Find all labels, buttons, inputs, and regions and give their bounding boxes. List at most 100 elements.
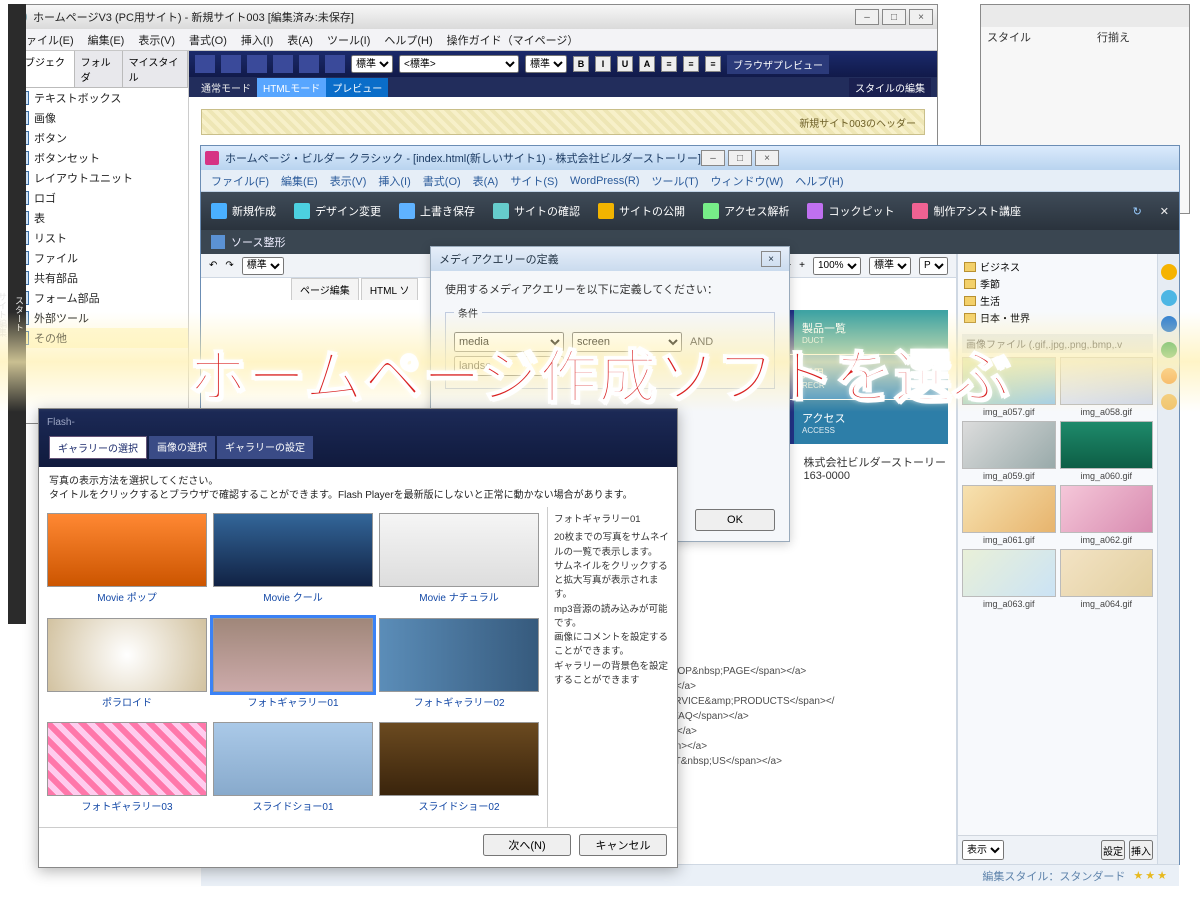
menu-item[interactable]: 書式(O) (189, 32, 227, 48)
settings-button[interactable]: 設定 (1101, 840, 1125, 860)
bold-button[interactable]: B (573, 56, 589, 72)
gallery-option[interactable]: フォトギャラリー03 (47, 722, 207, 821)
source-format-label[interactable]: ソース整形 (231, 234, 285, 250)
ribbon-save[interactable]: 上書き保存 (399, 203, 475, 219)
minimize-button[interactable]: – (855, 9, 879, 25)
align-center-icon[interactable]: ≡ (683, 56, 699, 72)
italic-button[interactable]: I (595, 56, 611, 72)
gallery-option-selected[interactable]: フォトギャラリー01 (213, 618, 373, 717)
menu-item[interactable]: ツール(T) (652, 173, 699, 189)
gallery-option[interactable]: スライドショー02 (379, 722, 539, 821)
crumb-select-image[interactable]: 画像の選択 (149, 436, 215, 459)
tab-page-edit[interactable]: ページ編集 (291, 278, 359, 300)
tree-node[interactable]: ビジネス (964, 258, 1151, 275)
obj-file[interactable]: ファイル (9, 248, 188, 268)
ribbon-refresh-icon[interactable]: ↻ (1133, 205, 1142, 218)
maximize-button[interactable]: □ (882, 9, 906, 25)
menu-item[interactable]: サイト(S) (510, 173, 558, 189)
nav-access[interactable]: アクセスACCESS (790, 400, 948, 444)
fontcolor-button[interactable]: A (639, 56, 655, 72)
gallery-option[interactable]: フォトギャラリー02 (379, 618, 539, 717)
next-button[interactable]: 次へ(N) (483, 834, 571, 856)
redo-icon[interactable] (325, 55, 345, 73)
menu-item[interactable]: 書式(O) (423, 173, 461, 189)
thumb-item[interactable]: img_a061.gif (962, 485, 1056, 545)
maximize-button[interactable]: □ (728, 150, 752, 166)
page-header-placeholder[interactable]: 新規サイト003のヘッダー (201, 109, 925, 135)
gallery-option[interactable]: Movie ポップ (47, 513, 207, 612)
obj-form[interactable]: フォーム部品 (9, 288, 188, 308)
ribbon-close-icon[interactable]: ✕ (1160, 205, 1169, 218)
side-tab-siteedit[interactable]: サイト編集 (0, 290, 9, 339)
browser-preview-button[interactable]: ブラウザプレビュー (727, 55, 829, 74)
menu-item[interactable]: WordPress(R) (570, 175, 639, 187)
ribbon-assist[interactable]: 制作アシスト講座 (912, 203, 1021, 219)
ribbon-design[interactable]: デザイン変更 (294, 203, 381, 219)
elem-select[interactable]: P (919, 257, 948, 275)
globe-icon[interactable] (1161, 342, 1177, 358)
obj-layout[interactable]: レイアウトユニット (9, 168, 188, 188)
orientation-select[interactable]: landsc (454, 356, 564, 376)
redo-icon[interactable]: ↷ (225, 260, 233, 271)
menu-item[interactable]: 編集(E) (281, 173, 318, 189)
crumb-gallery-settings[interactable]: ギャラリーの設定 (217, 436, 313, 459)
menu-item[interactable]: 表(A) (287, 32, 313, 48)
minimize-button[interactable]: – (701, 150, 725, 166)
close-icon[interactable]: × (761, 251, 781, 267)
thumb-item[interactable]: img_a057.gif (962, 357, 1056, 417)
obj-shared[interactable]: 共有部品 (9, 268, 188, 288)
copy-icon[interactable] (247, 55, 267, 73)
obj-list[interactable]: リスト (9, 228, 188, 248)
menu-item[interactable]: 編集(E) (88, 32, 125, 48)
ribbon-check[interactable]: サイトの確認 (493, 203, 580, 219)
obj-buttonset[interactable]: ボタンセット (9, 148, 188, 168)
gallery-option[interactable]: ポラロイド (47, 618, 207, 717)
tab-folder[interactable]: フォルダ (75, 51, 123, 87)
size-select[interactable]: <標準> (399, 55, 519, 73)
media-icon[interactable] (1161, 368, 1177, 384)
tree-node[interactable]: 日本・世界 (964, 309, 1151, 326)
menu-item[interactable]: 表示(V) (138, 32, 175, 48)
undo-icon[interactable] (299, 55, 319, 73)
zoom-select[interactable]: 100% (813, 257, 861, 275)
ok-button[interactable]: OK (695, 509, 775, 531)
crumb-select-gallery[interactable]: ギャラリーの選択 (49, 436, 147, 459)
close-button[interactable]: × (909, 9, 933, 25)
obj-table[interactable]: 表 (9, 208, 188, 228)
menu-item[interactable]: 操作ガイド（マイページ） (447, 32, 579, 48)
screen-select[interactable]: screen (572, 332, 682, 352)
media-select[interactable]: media (454, 332, 564, 352)
cut-icon[interactable] (221, 55, 241, 73)
obj-other[interactable]: その他 (9, 328, 188, 348)
menu-item[interactable]: ヘルプ(H) (384, 32, 432, 48)
obj-button[interactable]: ボタン (9, 128, 188, 148)
nav-recruit[interactable]: 採用RECR (790, 355, 948, 399)
thumb-item[interactable]: img_a060.gif (1060, 421, 1154, 481)
mode-normal[interactable]: 通常モード (195, 78, 257, 97)
thumb-item[interactable]: img_a064.gif (1060, 549, 1154, 609)
insert-button[interactable]: 挿入 (1129, 840, 1153, 860)
nav-products[interactable]: 製品一覧DUCT (790, 310, 948, 354)
zoom-in-icon[interactable]: + (799, 260, 805, 271)
menu-item[interactable]: 挿入(I) (378, 173, 410, 189)
titlebar-hpb[interactable]: ホームページ・ビルダー クラシック - [index.html(新しいサイト1)… (201, 146, 1179, 170)
mode-preview[interactable]: プレビュー (326, 78, 388, 97)
ribbon-publish[interactable]: サイトの公開 (598, 203, 685, 219)
dialog-titlebar[interactable]: メディアクエリーの定義 × (431, 247, 789, 271)
tab-mystyle[interactable]: マイスタイル (123, 51, 188, 87)
cancel-button[interactable]: キャンセル (579, 834, 667, 856)
tree-node[interactable]: 季節 (964, 275, 1151, 292)
thumb-item[interactable]: img_a062.gif (1060, 485, 1154, 545)
ribbon-cockpit[interactable]: コックピット (807, 203, 894, 219)
side-tab-start[interactable]: スタート (13, 294, 26, 334)
gallery-option[interactable]: Movie クール (213, 513, 373, 612)
menu-item[interactable]: ウィンドウ(W) (711, 173, 784, 189)
thumb-item[interactable]: img_a059.gif (962, 421, 1056, 481)
underline-button[interactable]: U (617, 56, 633, 72)
tree-node[interactable]: 生活 (964, 292, 1151, 309)
menu-item[interactable]: ファイル(F) (211, 173, 269, 189)
info-icon[interactable] (1161, 290, 1177, 306)
obj-logo[interactable]: ロゴ (9, 188, 188, 208)
thumb-item[interactable]: img_a063.gif (962, 549, 1056, 609)
style-edit-button[interactable]: スタイルの編集 (849, 78, 931, 97)
